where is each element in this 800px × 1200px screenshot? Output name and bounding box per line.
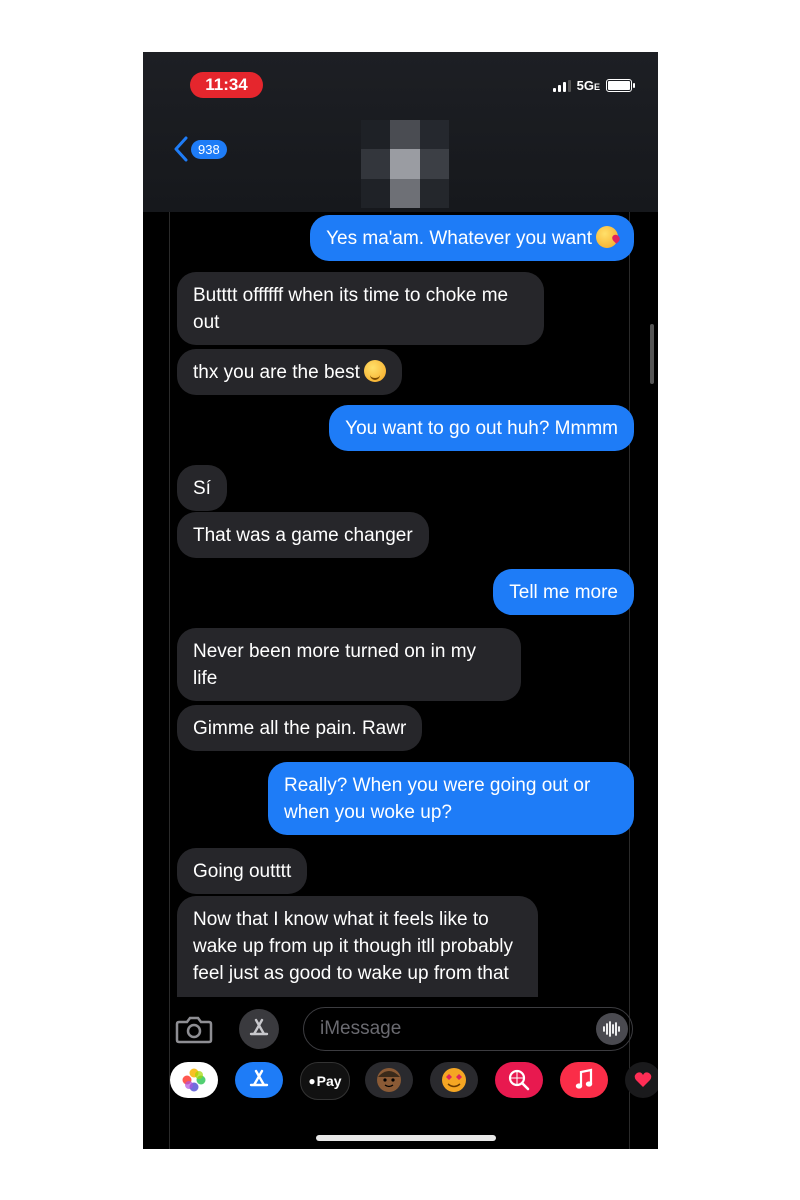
memoji-stickers-app-icon[interactable] bbox=[430, 1062, 478, 1098]
message-bubble-incoming[interactable]: Now that I know what it feels like to wa… bbox=[177, 896, 538, 997]
message-bubble-incoming[interactable]: thx you are the best bbox=[177, 349, 402, 395]
status-time: 11:34 bbox=[190, 72, 263, 98]
message-bubble-outgoing[interactable]: Tell me more bbox=[493, 569, 634, 615]
scroll-indicator bbox=[650, 324, 654, 384]
apple-pay-app-icon[interactable]: ● Pay bbox=[300, 1062, 350, 1100]
heart-eyes-emoji-icon bbox=[442, 1068, 466, 1092]
digital-touch-app-icon[interactable] bbox=[625, 1062, 658, 1098]
camera-icon[interactable] bbox=[175, 1014, 213, 1044]
heart-icon bbox=[634, 1072, 652, 1087]
unread-count-badge: 938 bbox=[191, 139, 227, 159]
message-bubble-incoming[interactable]: That was a game changer bbox=[177, 512, 429, 558]
message-bubble-incoming[interactable]: Sí bbox=[177, 465, 227, 511]
winking-face-emoji-icon bbox=[363, 360, 386, 382]
composer-bar bbox=[143, 997, 658, 1059]
image-search-app-icon[interactable] bbox=[495, 1062, 543, 1098]
photos-flower-icon bbox=[182, 1068, 206, 1092]
magnifier-globe-icon bbox=[508, 1069, 530, 1091]
message-bubble-incoming[interactable]: Butttt offffff when its time to choke me… bbox=[177, 272, 544, 345]
waveform-icon bbox=[603, 1021, 620, 1037]
status-indicators: 5GE bbox=[552, 78, 635, 93]
message-bubble-outgoing[interactable]: You want to go out huh? Mmmm bbox=[329, 405, 634, 451]
battery-icon bbox=[606, 79, 635, 92]
music-note-icon bbox=[575, 1068, 593, 1089]
app-store-icon bbox=[249, 1018, 269, 1036]
back-button[interactable]: 938 bbox=[173, 136, 227, 162]
message-bubble-outgoing[interactable]: Really? When you were going out or when … bbox=[268, 762, 634, 835]
app-store-button[interactable] bbox=[239, 1009, 279, 1049]
audio-message-button[interactable] bbox=[596, 1013, 628, 1045]
chevron-left-icon bbox=[174, 136, 188, 162]
imessage-input[interactable] bbox=[303, 1007, 633, 1051]
contact-avatar[interactable] bbox=[361, 120, 449, 208]
message-bubble-incoming[interactable]: Gimme all the pain. Rawr bbox=[177, 705, 423, 751]
memoji-face-icon bbox=[377, 1068, 401, 1092]
app-store-glyph-icon bbox=[249, 1069, 269, 1087]
message-bubble-incoming[interactable]: Going outttt bbox=[177, 848, 308, 894]
memoji-app-icon[interactable] bbox=[365, 1062, 413, 1098]
music-app-icon[interactable] bbox=[560, 1062, 608, 1098]
conversation-header: 11:34 5GE 938 bbox=[143, 52, 658, 212]
message-bubble-outgoing[interactable]: Yes ma'am. Whatever you want bbox=[310, 215, 634, 261]
apple-logo-icon: ● bbox=[308, 1074, 316, 1088]
message-bubble-incoming[interactable]: Never been more turned on in my life bbox=[177, 628, 521, 701]
phone-screen: 11:34 5GE 938 Yes ma'am. Whatever you wa… bbox=[143, 52, 658, 1149]
app-drawer: ● Pay bbox=[143, 1062, 658, 1112]
photos-app-icon[interactable] bbox=[170, 1062, 218, 1098]
app-store-tray-icon[interactable] bbox=[235, 1062, 283, 1098]
signal-icon bbox=[552, 79, 571, 92]
network-type: 5GE bbox=[576, 78, 600, 93]
message-list[interactable]: Yes ma'am. Whatever you want Butttt offf… bbox=[143, 212, 658, 997]
home-indicator[interactable] bbox=[316, 1135, 496, 1141]
kissing-face-emoji-icon bbox=[596, 226, 618, 248]
